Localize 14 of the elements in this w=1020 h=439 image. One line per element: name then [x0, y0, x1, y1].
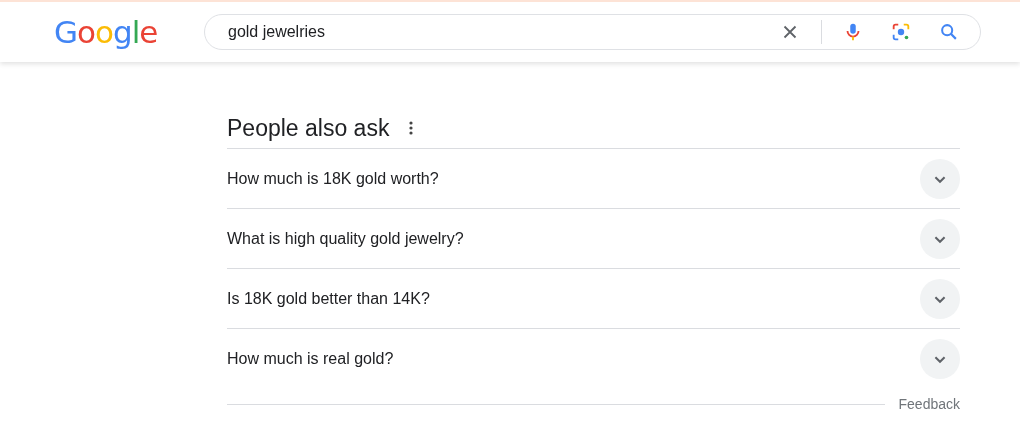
- question-text: How much is real gold?: [227, 349, 394, 368]
- question-text: How much is 18K gold worth?: [227, 169, 439, 188]
- more-options-icon[interactable]: [409, 121, 414, 135]
- question-item[interactable]: Is 18K gold better than 14K?: [227, 269, 960, 329]
- question-item[interactable]: How much is real gold?: [227, 329, 960, 388]
- search-field[interactable]: gold jewelries: [228, 23, 759, 41]
- camera-lens-icon[interactable]: [890, 21, 912, 43]
- section-title: People also ask: [227, 114, 390, 142]
- google-logo[interactable]: Google: [54, 14, 204, 50]
- question-text: What is high quality gold jewelry?: [227, 229, 464, 248]
- question-item[interactable]: What is high quality gold jewelry?: [227, 209, 960, 269]
- feedback-link[interactable]: Feedback: [898, 396, 960, 412]
- question-text: Is 18K gold better than 14K?: [227, 289, 430, 308]
- question-item[interactable]: How much is 18K gold worth?: [227, 149, 960, 209]
